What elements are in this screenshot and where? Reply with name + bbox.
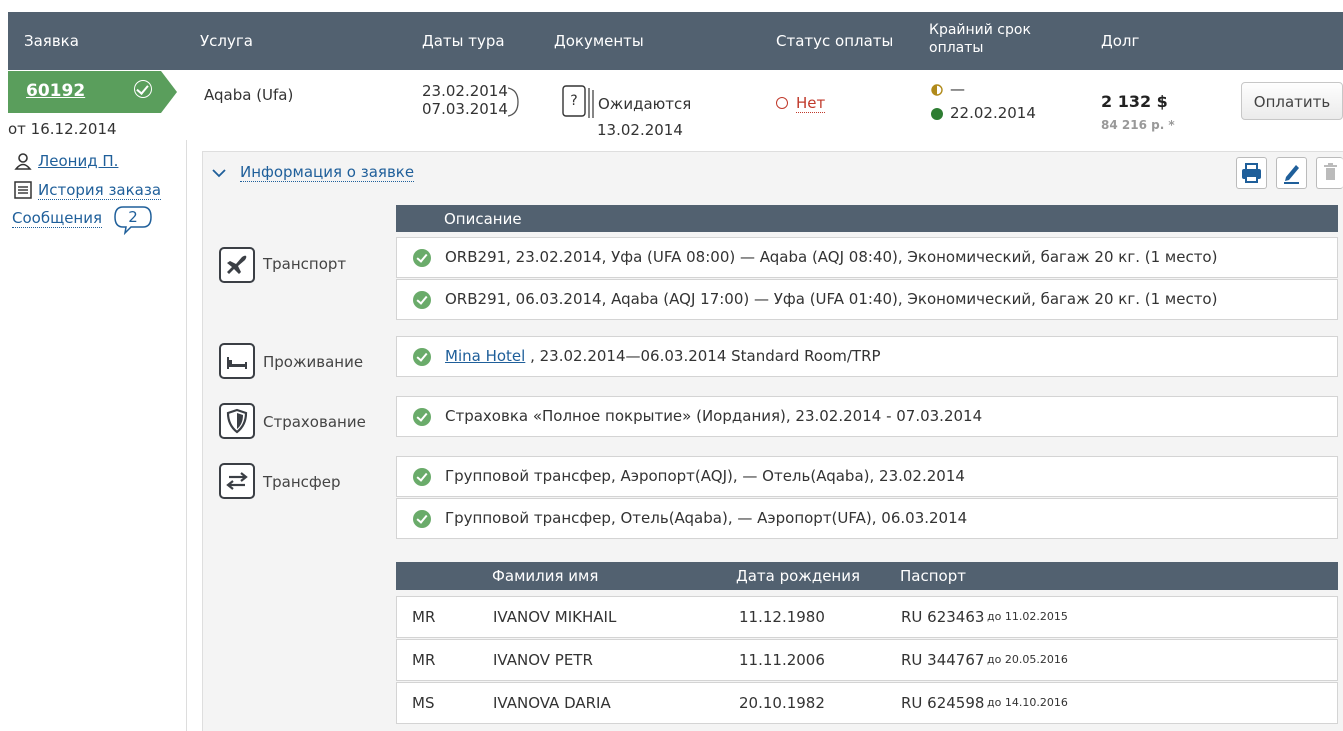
- tour-date-to: 07.03.2014: [422, 100, 508, 118]
- docs-question-mark: ?: [570, 93, 578, 109]
- tourist-passport: RU 623463: [901, 608, 985, 626]
- table-row: MS IVANOVA DARIA 20.10.1982 RU 624598 до…: [396, 682, 1338, 724]
- description-header-label: Описание: [444, 210, 522, 228]
- header-dates: Даты тура: [422, 32, 505, 50]
- tourist-passport: RU 624598: [901, 694, 985, 712]
- tourists-col-name: Фамилия имя: [492, 567, 599, 585]
- deadline-dot-icon: [931, 108, 943, 120]
- deadline-first: —: [950, 80, 965, 98]
- tourists-col-birth: Дата рождения: [736, 567, 860, 585]
- check-circle-icon: [413, 348, 431, 366]
- tourist-name: IVANOV MIKHAIL: [493, 608, 617, 626]
- tour-date-from: 23.02.2014: [422, 82, 508, 100]
- tourist-title: MS: [412, 694, 435, 712]
- printer-icon: [1242, 163, 1261, 183]
- tourist-name: IVANOV PETR: [493, 651, 593, 669]
- check-circle-icon: [413, 468, 431, 486]
- transfer-row: Групповой трансфер, Аэропорт(AQJ), — Оте…: [396, 456, 1338, 497]
- tourist-name: IVANOVA DARIA: [493, 694, 611, 712]
- transfer-text: Групповой трансфер, Отель(Aqaba), — Аэро…: [445, 509, 968, 527]
- chevron-down-icon[interactable]: [212, 168, 226, 178]
- transfer-text: Групповой трансфер, Аэропорт(AQJ), — Оте…: [445, 467, 965, 485]
- order-history-link[interactable]: История заказа: [38, 181, 162, 200]
- date-bracket-icon: [508, 87, 519, 117]
- header-order: Заявка: [24, 32, 79, 50]
- category-transfer: Трансфер: [263, 473, 341, 491]
- debt-rub: 84 216 р. *: [1101, 118, 1175, 132]
- check-circle-icon: [413, 510, 431, 528]
- tourist-passport: RU 344767: [901, 651, 985, 669]
- pencil-icon: [1284, 165, 1299, 184]
- accommodation-row: Mina Hotel , 23.02.2014—06.03.2014 Stand…: [396, 336, 1338, 377]
- print-button[interactable]: [1236, 157, 1267, 189]
- edit-button[interactable]: [1276, 157, 1307, 189]
- check-circle-icon: [134, 80, 152, 98]
- hotel-link[interactable]: Mina Hotel: [445, 347, 525, 365]
- docs-date: 13.02.2014: [597, 121, 683, 139]
- tourist-passport-valid: до 11.02.2015: [987, 610, 1068, 623]
- debt-amount: 2 132 $: [1101, 92, 1168, 111]
- tourist-passport-valid: до 20.05.2016: [987, 653, 1068, 666]
- header-deadline-2: оплаты: [929, 40, 984, 56]
- check-circle-icon: [413, 291, 431, 309]
- header-debt: Долг: [1101, 32, 1140, 50]
- transport-row: ORB291, 06.03.2014, Aqaba (AQJ 17:00) — …: [396, 279, 1338, 320]
- check-circle-icon: [413, 408, 431, 426]
- status-circle-icon: [776, 97, 788, 109]
- half-circle-icon: [931, 84, 943, 96]
- docs-status: Ожидаются: [598, 95, 692, 113]
- service-name: Aqaba (Ufa): [204, 86, 294, 104]
- transfer-row: Групповой трансфер, Отель(Aqaba), — Аэро…: [396, 498, 1338, 539]
- trash-icon: [1324, 163, 1337, 180]
- payment-status-link[interactable]: Нет: [796, 94, 826, 113]
- header-deadline-1: Крайний срок: [929, 22, 1031, 38]
- transport-text: ORB291, 23.02.2014, Уфа (UFA 08:00) — Aq…: [445, 248, 1218, 266]
- left-column-divider: [186, 140, 187, 731]
- transfer-arrows-icon: [226, 472, 248, 490]
- insurance-row: Страховка «Полное покрытие» (Иордания), …: [396, 396, 1338, 437]
- category-insurance: Страхование: [263, 413, 366, 431]
- accommodation-text: Mina Hotel , 23.02.2014—06.03.2014 Stand…: [445, 337, 881, 376]
- tourist-passport-valid: до 14.10.2016: [987, 696, 1068, 709]
- header-payment-status: Статус оплаты: [776, 32, 894, 50]
- list-icon: [14, 181, 32, 199]
- table-row: MR IVANOV PETR 11.11.2006 RU 344767 до 2…: [396, 639, 1338, 681]
- tourist-title: MR: [412, 608, 436, 626]
- manager-link[interactable]: Леонид П.: [38, 152, 118, 170]
- category-transport: Транспорт: [263, 255, 347, 273]
- airplane-icon: [227, 255, 247, 274]
- order-badge-arrow: [161, 71, 177, 113]
- transfer-icon-box: [219, 463, 255, 499]
- messages-link[interactable]: Сообщения: [12, 209, 103, 228]
- pay-button[interactable]: Оплатить: [1241, 82, 1343, 120]
- bed-icon: [227, 357, 247, 369]
- transport-row: ORB291, 23.02.2014, Уфа (UFA 08:00) — Aq…: [396, 237, 1338, 278]
- messages-count: 2: [128, 208, 138, 226]
- tourist-title: MR: [412, 651, 436, 669]
- delete-button[interactable]: [1316, 157, 1343, 189]
- tourists-col-passport: Паспорт: [900, 567, 966, 585]
- tourist-birth: 20.10.1982: [739, 694, 825, 712]
- user-icon: [14, 153, 32, 170]
- transport-icon-box: [219, 247, 255, 283]
- category-accommodation: Проживание: [263, 353, 364, 371]
- tourists-header: Фамилия имя Дата рождения Паспорт: [396, 562, 1338, 590]
- insurance-icon-box: [219, 403, 255, 439]
- table-row: MR IVANOV MIKHAIL 11.12.1980 RU 623463 д…: [396, 596, 1338, 638]
- order-info-toggle[interactable]: Информация о заявке: [240, 163, 415, 182]
- order-date: от 16.12.2014: [8, 120, 117, 138]
- tourist-birth: 11.11.2006: [739, 651, 825, 669]
- description-header: Описание: [396, 205, 1338, 232]
- accommodation-details: , 23.02.2014—06.03.2014 Standard Room/TR…: [525, 347, 881, 365]
- shield-icon: [226, 408, 248, 434]
- header-documents: Документы: [554, 32, 644, 50]
- accommodation-icon-box: [219, 343, 255, 379]
- tourist-birth: 11.12.1980: [739, 608, 825, 626]
- deadline-second: 22.02.2014: [950, 104, 1036, 122]
- transport-text: ORB291, 06.03.2014, Aqaba (AQJ 17:00) — …: [445, 290, 1218, 308]
- check-circle-icon: [413, 249, 431, 267]
- order-number-link[interactable]: 60192: [26, 81, 85, 101]
- insurance-text: Страховка «Полное покрытие» (Иордания), …: [445, 407, 983, 425]
- header-service: Услуга: [200, 32, 253, 50]
